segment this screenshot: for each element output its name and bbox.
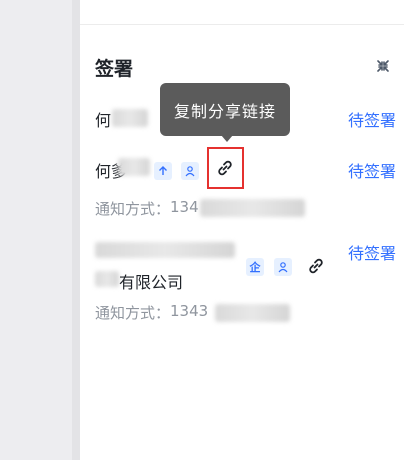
signer-2-notify-redacted — [200, 199, 305, 217]
signer-3-notify-label: 通知方式： — [95, 304, 171, 322]
panel-top-separator — [80, 24, 404, 25]
signer-3-company-redacted — [95, 271, 119, 287]
signer-3-notify-value: 1343 — [170, 302, 209, 320]
signer-3-notify-redacted — [215, 304, 290, 322]
copy-share-link-tooltip: 复制分享链接 — [160, 83, 290, 136]
signer-1-name: 何 — [95, 111, 112, 130]
signer-3-company: 有限公司 — [119, 273, 184, 292]
signer-2-notify-label: 通知方式： — [95, 200, 171, 218]
person-icon — [181, 162, 199, 180]
signer-2-status[interactable]: 待签署 — [348, 158, 396, 182]
signer-1-status[interactable]: 待签署 — [348, 107, 396, 131]
signer-2-notify-value: 134 — [170, 198, 199, 216]
up-arrow-icon — [154, 162, 172, 180]
left-pane — [0, 0, 72, 460]
enterprise-badge: 企 — [246, 258, 264, 276]
signer-3-name-redacted — [95, 242, 235, 258]
person-icon — [274, 258, 292, 276]
collapse-icon[interactable] — [375, 58, 391, 74]
signer-3-status[interactable]: 待签署 — [348, 240, 396, 264]
signer-2-name-redacted — [118, 158, 150, 176]
panel-title: 签署 — [95, 58, 134, 80]
tooltip-arrow — [221, 135, 233, 142]
link-icon[interactable] — [306, 256, 326, 276]
link-highlight-box — [207, 147, 244, 189]
signer-1-name-redacted — [112, 109, 148, 127]
pane-divider[interactable] — [72, 0, 80, 460]
